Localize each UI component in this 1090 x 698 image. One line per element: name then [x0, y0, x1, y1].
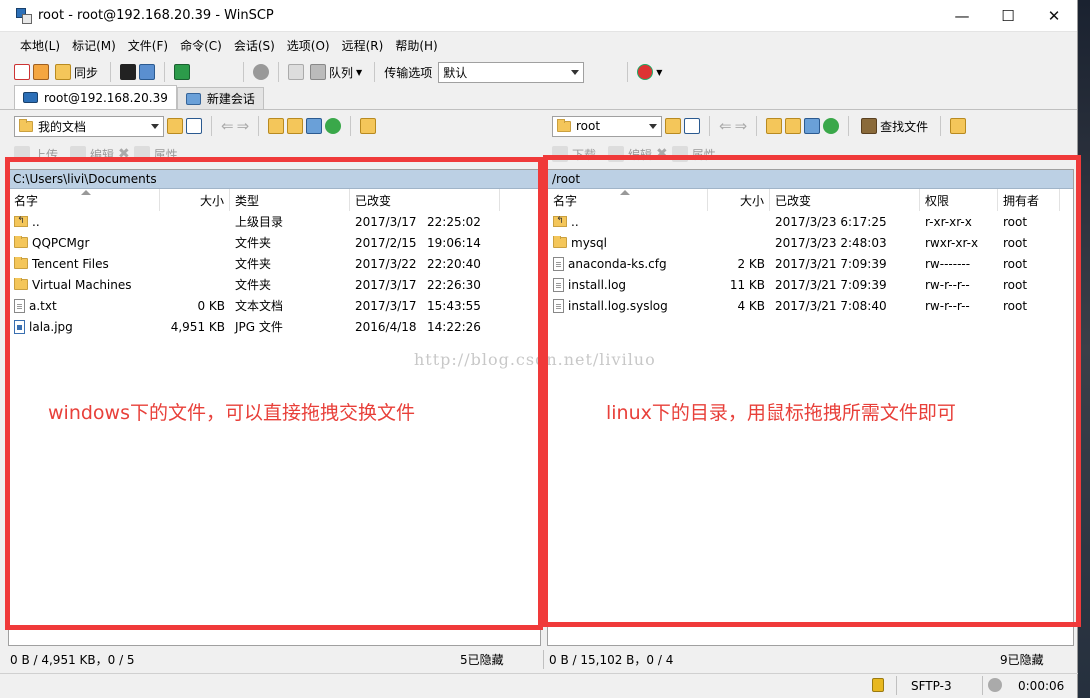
parent-dir-icon[interactable] — [766, 118, 783, 134]
tab-label: 新建会话 — [206, 92, 255, 106]
elapsed-time: 0:00:06 — [1018, 679, 1065, 693]
menu-mark[interactable]: 标记(M) — [66, 34, 122, 57]
reconnect-icon[interactable] — [637, 64, 654, 80]
right-panel-toolbar: root ⇐ ⇒ 查找文件 — [552, 113, 1072, 139]
queue-label: 队列 — [329, 65, 354, 80]
menu-remote[interactable]: 远程(R) — [336, 34, 390, 57]
root-dir-icon[interactable] — [785, 118, 802, 134]
root-dir-icon[interactable] — [287, 118, 304, 134]
console-icon[interactable] — [120, 64, 137, 80]
annotation-text-right: linux下的目录，用鼠标拖拽所需文件即可 — [606, 402, 956, 424]
left-hidden-count[interactable]: 5已隐藏 — [460, 651, 504, 668]
refresh-icon[interactable] — [325, 118, 342, 134]
sync-browse-icon[interactable] — [33, 64, 49, 80]
winscp-window: root - root@192.168.20.39 - WinSCP — ☐ ✕… — [0, 0, 1081, 698]
connection-status-bar: SFTP-3 0:00:06 — [0, 673, 1078, 698]
left-location-value: 我的文档 — [38, 119, 87, 134]
left-location-select[interactable]: 我的文档 — [14, 115, 164, 137]
queue-icon — [310, 64, 327, 80]
filter-icon[interactable] — [186, 118, 202, 134]
session-tabs: root@192.168.20.39 新建会话 — [0, 85, 1077, 110]
filter-icon[interactable] — [684, 118, 700, 134]
lock-icon — [872, 678, 884, 692]
sync-label: 同步 — [74, 65, 99, 80]
chevron-down-icon[interactable]: ▼ — [656, 68, 662, 77]
home-icon[interactable] — [306, 118, 323, 134]
right-hidden-count[interactable]: 9已隐藏 — [1000, 651, 1044, 668]
left-selection-status: 0 B / 4,951 KB，0 / 5 — [10, 653, 135, 667]
menu-bar: 本地(L) 标记(M) 文件(F) 命令(C) 会话(S) 选项(O) 远程(R… — [0, 31, 1077, 58]
close-button[interactable]: ✕ — [1031, 0, 1077, 31]
title-bar: root - root@192.168.20.39 - WinSCP — ☐ ✕ — [0, 0, 1077, 31]
new-session-icon — [185, 92, 201, 105]
menu-command[interactable]: 命令(C) — [174, 34, 228, 57]
forward-arrow-icon[interactable]: ⇒ — [237, 117, 250, 135]
tree-icon[interactable] — [950, 118, 967, 134]
tab-label: root@192.168.20.39 — [44, 90, 168, 105]
chevron-down-icon: ▼ — [356, 67, 363, 77]
refresh-icon[interactable] — [823, 118, 840, 134]
transfer-settings-select[interactable]: 默认 — [438, 61, 585, 83]
queue-button[interactable]: 队列 ▼ — [307, 61, 365, 83]
right-location-select[interactable]: root — [552, 115, 662, 137]
folder-icon — [557, 118, 571, 132]
menu-local[interactable]: 本地(L) — [14, 34, 66, 57]
tree-icon[interactable] — [360, 118, 377, 134]
menu-help[interactable]: 帮助(H) — [389, 34, 443, 57]
right-location-value: root — [576, 119, 601, 133]
left-panel-toolbar: 我的文档 ⇐ ⇒ — [14, 113, 544, 139]
open-folder-icon[interactable] — [167, 118, 183, 134]
winscp-app-icon — [16, 7, 32, 24]
annotation-text-left: windows下的文件，可以直接拖拽交换文件 — [48, 402, 415, 424]
minimize-button[interactable]: — — [939, 0, 985, 31]
open-folder-icon[interactable] — [665, 118, 681, 134]
transfer-settings-value: 默认 — [443, 65, 468, 80]
putty-icon[interactable] — [139, 64, 156, 80]
back-arrow-icon[interactable]: ⇐ — [221, 117, 234, 135]
back-arrow-icon[interactable]: ⇐ — [719, 117, 732, 135]
annotation-box-right — [543, 155, 1081, 627]
sync-button[interactable]: 同步 — [52, 61, 101, 83]
window-title: root - root@192.168.20.39 - WinSCP — [38, 8, 274, 23]
annotation-box-left — [5, 157, 543, 630]
clock-icon — [988, 678, 1002, 692]
main-toolbar: 同步 队列 ▼ 传输选项 默认 ▼ — [0, 58, 1077, 86]
parent-dir-icon[interactable] — [268, 118, 285, 134]
monitor-icon — [23, 92, 38, 103]
maximize-button[interactable]: ☐ — [985, 0, 1031, 31]
panel-status-bar: 0 B / 4,951 KB，0 / 5 5已隐藏 0 B / 15,102 B… — [0, 646, 1078, 673]
find-files-button[interactable]: 查找文件 — [858, 115, 931, 137]
binoculars-icon — [861, 118, 878, 134]
bookmark-icon[interactable] — [174, 64, 191, 80]
menu-options[interactable]: 选项(O) — [281, 34, 336, 57]
transfer-settings-label: 传输选项 — [384, 65, 433, 80]
forward-arrow-icon[interactable]: ⇒ — [735, 117, 748, 135]
queue-list-icon[interactable] — [288, 64, 305, 80]
compare-dirs-icon[interactable] — [14, 64, 30, 80]
sync-icon — [55, 64, 71, 80]
right-selection-status: 0 B / 15,102 B，0 / 4 — [549, 653, 674, 667]
documents-icon — [19, 118, 33, 132]
find-files-label: 查找文件 — [880, 119, 929, 134]
tab-new-session[interactable]: 新建会话 — [176, 87, 264, 109]
tab-session-root[interactable]: root@192.168.20.39 — [14, 85, 177, 109]
protocol-label: SFTP-3 — [911, 679, 952, 693]
home-icon[interactable] — [804, 118, 821, 134]
menu-session[interactable]: 会话(S) — [228, 34, 281, 57]
menu-file[interactable]: 文件(F) — [122, 34, 174, 57]
gear-icon[interactable] — [253, 64, 270, 80]
